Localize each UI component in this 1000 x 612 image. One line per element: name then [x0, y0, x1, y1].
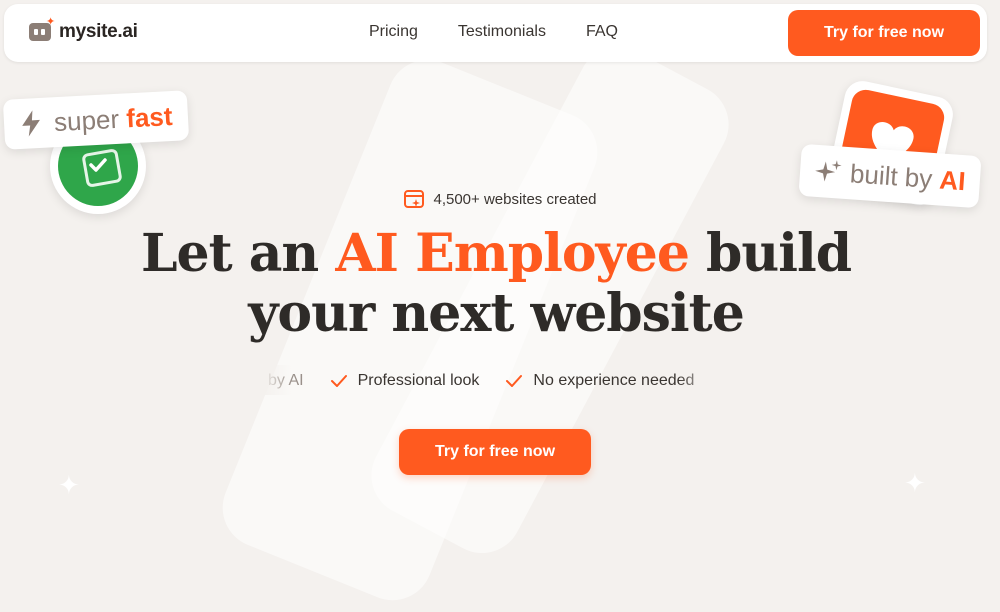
fade-mask — [678, 365, 718, 395]
nav-link-faq[interactable]: FAQ — [586, 23, 618, 41]
top-navbar: ✦ mysite.ai Pricing Testimonials FAQ Try… — [4, 4, 987, 62]
fade-mask — [262, 365, 292, 395]
sparkles-icon — [815, 160, 842, 182]
feature-list: by AI Professional look No experience ne… — [268, 370, 720, 392]
nav-try-free-button[interactable]: Try for free now — [788, 10, 980, 56]
brand-logo[interactable]: ✦ mysite.ai — [29, 16, 138, 43]
check-icon — [89, 158, 107, 172]
nav-link-pricing[interactable]: Pricing — [369, 23, 418, 41]
feature-item: Professional look — [330, 372, 480, 390]
headline-line-2: your next website — [248, 283, 745, 344]
nav-link-testimonials[interactable]: Testimonials — [458, 23, 546, 41]
lightning-icon — [22, 110, 40, 137]
websites-created-counter: 4,500+ websites created — [0, 188, 1000, 210]
sparkle-icon: ✦ — [58, 470, 80, 500]
nav-links: Pricing Testimonials FAQ — [369, 23, 658, 41]
hero-try-free-button[interactable]: Try for free now — [399, 429, 591, 475]
badge-fast-word2: fast — [125, 100, 174, 133]
check-icon — [506, 375, 523, 387]
super-fast-badge: super fast — [2, 90, 190, 150]
feature-label: No experience needed — [533, 372, 695, 389]
headline-part-1: Let an — [140, 223, 336, 284]
counter-text: 4,500+ websites created — [433, 190, 597, 208]
headline-accent: AI Employee — [335, 223, 690, 284]
hero-headline: Let an AI Employee build your next websi… — [0, 224, 992, 344]
feature-label: Professional look — [357, 372, 480, 389]
feature-item: No experience needed — [505, 372, 694, 390]
headline-part-2: build — [688, 223, 852, 284]
sparkle-icon: ✦ — [904, 468, 926, 498]
browser-window-icon — [404, 190, 425, 208]
badge-fast-word1: super — [53, 103, 120, 137]
logo-icon: ✦ — [29, 16, 55, 41]
brand-name: mysite.ai — [59, 21, 138, 42]
check-icon — [330, 375, 347, 387]
